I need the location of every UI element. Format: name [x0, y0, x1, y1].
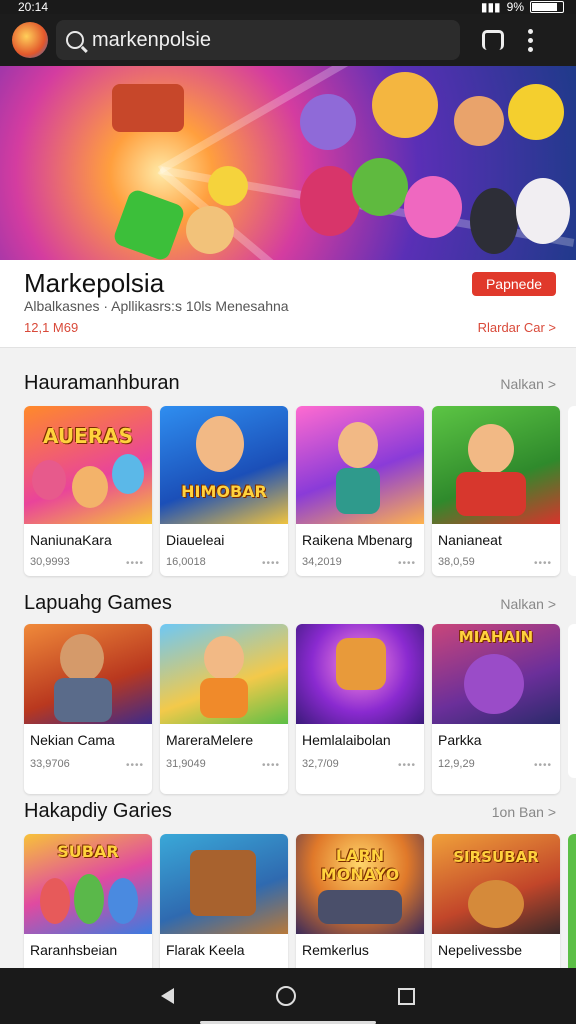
game-meta: 12,9,29: [438, 758, 475, 770]
section-title: Lapuahg Games: [24, 592, 172, 614]
boy-character-icon: [454, 96, 504, 146]
install-button[interactable]: Papnede: [472, 272, 556, 296]
rating-dots: ••••: [533, 558, 552, 569]
rating-dots: ••••: [397, 760, 416, 771]
red-monster-icon: [300, 166, 360, 236]
game-thumbnail: SUBAR: [24, 834, 152, 934]
ninja-character-icon: [470, 188, 518, 254]
rating-dots: ••••: [261, 558, 280, 569]
game-thumbnail: MIAHAIN: [432, 624, 560, 724]
game-name: MareraMelere: [166, 732, 254, 748]
rating-dots: ••••: [125, 760, 144, 771]
game-thumbnail: [296, 406, 424, 524]
game-name: Raikena Mbenarg: [302, 532, 413, 548]
game-meta: 34,2019: [302, 556, 342, 568]
game-meta: 30,9993: [30, 556, 70, 568]
game-name: Parkka: [438, 732, 482, 748]
battery-percent: 9%: [506, 0, 524, 14]
game-card[interactable]: Hemlalaibolan 32,7/09 ••••: [296, 624, 424, 794]
game-name: Remkerlus: [302, 942, 369, 958]
game-name: NaniunaKara: [30, 532, 112, 548]
game-card[interactable]: HIMOBAR Diaueleai 16,0018 ••••: [160, 406, 288, 576]
game-thumbnail: [24, 624, 152, 724]
game-card[interactable]: MIAHAIN Parkka 12,9,29 ••••: [432, 624, 560, 794]
app-subtitle: Albalkasnes · Apllikasrs:s 10ls Menesahn…: [24, 298, 289, 314]
more-options-icon[interactable]: [528, 28, 533, 52]
game-meta: 31,9049: [166, 758, 206, 770]
yellow-monster-icon: [372, 72, 438, 138]
coin-icon: [208, 166, 248, 206]
rating-dots: ••••: [125, 558, 144, 569]
game-thumbnail: [160, 834, 288, 934]
game-thumbnail: [160, 624, 288, 724]
game-name: Diaueleai: [166, 532, 225, 548]
next-card-peek[interactable]: [568, 406, 576, 576]
game-thumbnail: LARN MONAYO: [296, 834, 424, 934]
game-thumbnail: AUERAS: [24, 406, 152, 524]
game-card[interactable]: Flarak Keela: [160, 834, 288, 974]
treasure-chest-icon: [112, 84, 184, 132]
signal-icon: ▮▮▮: [480, 0, 501, 14]
app-title: Markepolsia: [24, 268, 165, 298]
top-bar: [0, 14, 576, 66]
game-card[interactable]: SUBAR Raranhsbeian: [24, 834, 152, 974]
game-name: Flarak Keela: [166, 942, 245, 958]
game-name: Nekian Cama: [30, 732, 115, 748]
app-download-count: 12,1 M69: [24, 320, 79, 335]
app-header: Markepolsia Albalkasnes · Apllikasrs:s 1…: [0, 260, 576, 348]
game-meta: 32,7/09: [302, 758, 339, 770]
section-title: Hauramanhburan: [24, 372, 180, 394]
home-icon[interactable]: [276, 986, 296, 1006]
header-link[interactable]: Rlardar Car >: [478, 320, 556, 335]
game-thumbnail: HIMOBAR: [160, 406, 288, 524]
game-card[interactable]: SIRSUBAR Nepelivessbe: [432, 834, 560, 974]
rating-dots: ••••: [261, 760, 280, 771]
hero-character-icon: [186, 206, 234, 254]
purple-monster-icon: [300, 94, 356, 150]
game-meta: 33,9706: [30, 758, 70, 770]
game-name: Nanianeat: [438, 532, 502, 548]
app-avatar-icon[interactable]: [12, 22, 48, 58]
cast-icon[interactable]: [482, 30, 504, 50]
game-thumbnail: SIRSUBAR: [432, 834, 560, 934]
green-monster-icon: [352, 158, 408, 216]
game-meta: 38,0,59: [438, 556, 475, 568]
system-nav-bar: [0, 968, 576, 1024]
game-name: Nepelivessbe: [438, 942, 523, 958]
game-card[interactable]: AUERAS NaniunaKara 30,9993 ••••: [24, 406, 152, 576]
recent-apps-icon[interactable]: [398, 987, 415, 1005]
pink-monster-icon: [404, 176, 462, 238]
game-card[interactable]: MareraMelere 31,9049 ••••: [160, 624, 288, 794]
rating-dots: ••••: [397, 558, 416, 569]
battery-icon: [530, 1, 564, 13]
search-input[interactable]: [92, 28, 432, 52]
hero-banner[interactable]: [0, 66, 576, 260]
game-card[interactable]: LARN MONAYO Remkerlus: [296, 834, 424, 974]
section-more-link[interactable]: Nalkan >: [500, 596, 556, 612]
game-name: Hemlalaibolan: [302, 732, 391, 748]
game-thumbnail: [296, 624, 424, 724]
status-time: 20:14: [18, 0, 49, 14]
green-gem-icon: [111, 187, 187, 260]
section-more-link[interactable]: 1on Ban >: [492, 804, 556, 820]
next-card-peek[interactable]: [568, 624, 576, 778]
back-icon[interactable]: [161, 988, 174, 1004]
game-card[interactable]: Raikena Mbenarg 34,2019 ••••: [296, 406, 424, 576]
game-name: Raranhsbeian: [30, 942, 118, 958]
search-icon: [66, 31, 84, 49]
rating-dots: ••••: [533, 760, 552, 771]
game-card[interactable]: Nanianeat 38,0,59 ••••: [432, 406, 560, 576]
status-bar: 20:14 ▮▮▮ 9%: [0, 0, 576, 14]
game-meta: 16,0018: [166, 556, 206, 568]
smiley-character-icon: [508, 84, 564, 140]
section-more-link[interactable]: Nalkan >: [500, 376, 556, 392]
game-thumbnail: [432, 406, 560, 524]
section-title: Hakapdiy Garies: [24, 800, 172, 822]
next-card-peek[interactable]: [568, 834, 576, 974]
game-card[interactable]: Nekian Cama 33,9706 ••••: [24, 624, 152, 794]
bunny-character-icon: [516, 178, 570, 244]
search-box[interactable]: [56, 20, 460, 60]
